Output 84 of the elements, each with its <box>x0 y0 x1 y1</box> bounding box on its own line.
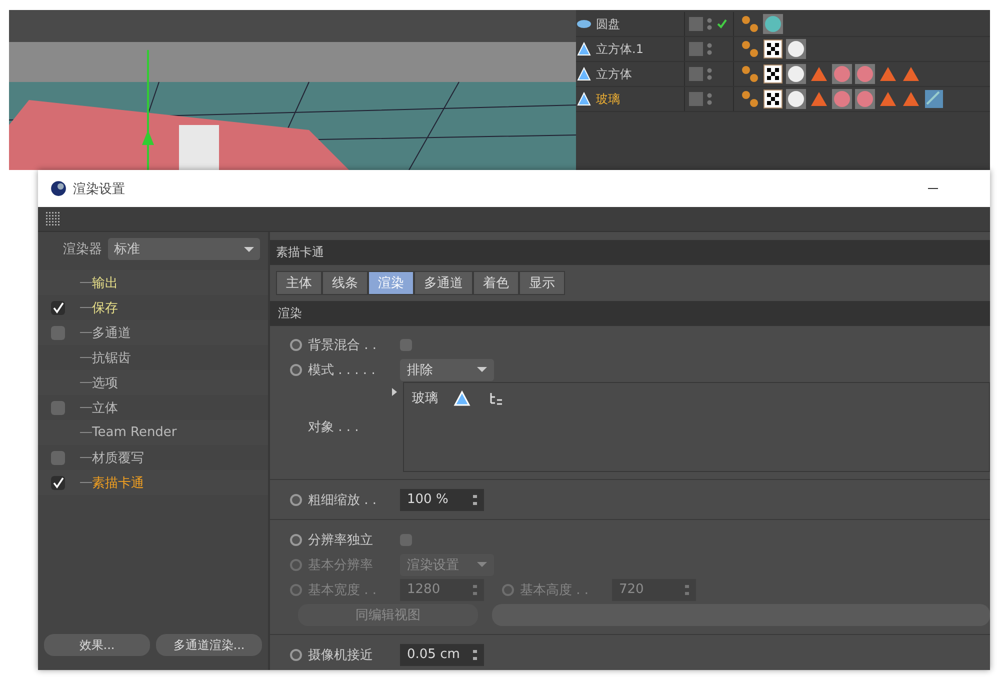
window-title: 渲染设置 <box>73 180 126 198</box>
phong-tag-icon[interactable] <box>740 64 760 84</box>
checkbox[interactable] <box>400 534 412 546</box>
material-ball-icon[interactable] <box>786 39 806 59</box>
animation-radio-icon[interactable] <box>290 534 302 546</box>
checkbox[interactable] <box>51 300 65 314</box>
parameter-label: 模式 . . . . . <box>308 362 376 378</box>
object-name[interactable]: 圆盘 <box>596 16 620 32</box>
checkbox[interactable] <box>400 338 412 350</box>
spinner-icon[interactable] <box>473 494 477 504</box>
tree-item[interactable]: 材质覆写 <box>92 448 144 466</box>
renderer-dropdown[interactable]: 标准 <box>108 238 260 260</box>
app-logo-icon <box>50 180 67 197</box>
parameter-label: 粗细缩放 . . <box>308 492 378 508</box>
parameter-label: 背景混合 . . <box>308 336 378 354</box>
polygon-object-icon <box>452 389 472 409</box>
parameter-label: 基本分辨率 <box>308 556 374 574</box>
visibility-dots-icon <box>707 42 712 56</box>
polygon-object-icon <box>576 91 592 107</box>
caret-icon <box>244 246 254 252</box>
renderer-label: 渲染器 <box>63 241 102 258</box>
visibility-dots-icon <box>707 92 712 106</box>
tab[interactable]: 线条 <box>322 271 368 295</box>
parameter-label: 基本宽度 . . <box>308 582 378 598</box>
checkbox[interactable] <box>51 450 65 464</box>
tree-item[interactable]: 输出 <box>92 274 118 292</box>
checker-tag-icon[interactable] <box>763 39 783 59</box>
layer-icon <box>689 67 703 81</box>
material-tag-icon[interactable] <box>924 89 944 109</box>
checkbox[interactable] <box>51 400 65 414</box>
material-ball-icon[interactable] <box>786 64 806 84</box>
animation-radio-icon[interactable] <box>290 494 302 506</box>
material-ball-icon[interactable] <box>786 89 806 109</box>
animation-radio-icon[interactable] <box>290 648 302 660</box>
tab[interactable]: 显示 <box>519 271 565 295</box>
polygon-object-icon <box>576 41 592 57</box>
visibility-dots-icon <box>707 67 712 81</box>
caret-icon <box>477 562 487 567</box>
expand-arrow-icon[interactable] <box>392 388 397 396</box>
layer-icon <box>689 17 703 31</box>
tree-item[interactable]: 选项 <box>92 374 118 392</box>
object-list-box[interactable]: 玻璃 <box>403 382 990 472</box>
tree-item[interactable]: 素描卡通 <box>92 474 144 492</box>
tree-item[interactable]: Team Render <box>92 425 177 440</box>
tab[interactable]: 着色 <box>473 271 519 295</box>
layer-icon <box>689 42 703 56</box>
dialog-button[interactable]: 效果... <box>44 634 150 656</box>
tree-item[interactable]: 保存 <box>92 298 118 316</box>
layer-icon <box>689 92 703 106</box>
parameter-label: 摄像机接近 <box>308 646 374 664</box>
tree-item[interactable]: 多通道 <box>92 324 131 342</box>
material-ball-icon[interactable] <box>763 14 783 34</box>
spinner-icon[interactable] <box>473 650 477 660</box>
visibility-dots-icon <box>707 17 712 31</box>
parameter-label: 分辨率独立 <box>308 532 374 548</box>
grip-icon[interactable] <box>46 212 60 226</box>
list-item[interactable]: 玻璃 <box>412 389 438 407</box>
number-field[interactable]: 100 % <box>400 488 484 510</box>
tab[interactable]: 多通道 <box>414 271 473 295</box>
polygon-object-icon <box>576 66 592 82</box>
checker-tag-icon[interactable] <box>763 89 783 109</box>
checkbox[interactable] <box>51 476 65 490</box>
phong-tag-icon[interactable] <box>740 39 760 59</box>
dropdown[interactable]: 排除 <box>400 358 494 380</box>
caret-icon <box>477 367 487 372</box>
checker-tag-icon[interactable] <box>763 64 783 84</box>
check-icon[interactable] <box>716 18 728 30</box>
object-name[interactable]: 立方体.1 <box>596 40 644 58</box>
tree-item[interactable]: 立体 <box>92 398 118 416</box>
parameter-label: 对象 . . . <box>308 419 360 436</box>
parameter-label: 基本高度 . . <box>520 582 590 598</box>
phong-tag-icon[interactable] <box>740 89 760 109</box>
tab[interactable]: 主体 <box>276 271 322 295</box>
number-field[interactable]: 0.05 cm <box>400 644 484 666</box>
checkbox[interactable] <box>51 326 65 340</box>
animation-radio-icon[interactable] <box>290 364 302 376</box>
phong-tag-icon[interactable] <box>740 14 760 34</box>
object-name[interactable]: 玻璃 <box>596 90 620 108</box>
section-header: 素描卡通 <box>270 240 990 265</box>
section-header: 渲染 <box>270 301 990 326</box>
dialog-button[interactable]: 多通道渲染... <box>156 634 262 656</box>
tree-item[interactable]: 抗锯齿 <box>92 348 131 366</box>
object-name[interactable]: 立方体 <box>596 66 632 82</box>
animation-radio-icon[interactable] <box>290 338 302 350</box>
